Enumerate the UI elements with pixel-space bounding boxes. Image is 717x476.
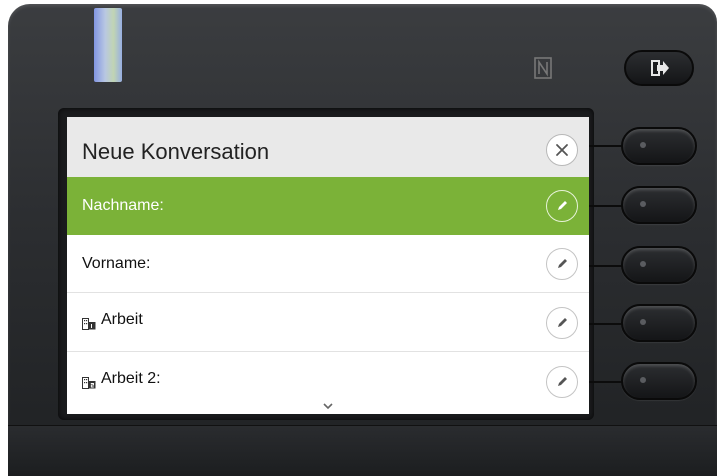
page-title: Neue Konversation xyxy=(82,139,270,164)
line-key-indicator xyxy=(640,142,646,148)
desk-phone: Neue Konversation Nachname: Vorname: Arb… xyxy=(0,0,717,476)
list-item-arbeit[interactable]: Arbeit xyxy=(67,294,589,352)
line-key-3[interactable] xyxy=(621,246,697,284)
pencil-icon xyxy=(558,318,567,327)
notification-led xyxy=(94,8,122,82)
screen-header: Neue Konversation xyxy=(67,117,589,177)
edit-button[interactable] xyxy=(546,190,578,222)
line-key-indicator xyxy=(640,261,646,267)
line-key-connector xyxy=(589,381,623,383)
pencil-icon xyxy=(558,259,567,268)
list-item-vorname[interactable]: Vorname: xyxy=(67,235,589,293)
pencil-icon xyxy=(558,201,567,210)
close-icon xyxy=(556,144,568,156)
edit-button[interactable] xyxy=(546,366,578,398)
line-key-2[interactable] xyxy=(621,186,697,224)
line-key-4[interactable] xyxy=(621,304,697,342)
pencil-icon xyxy=(558,377,567,386)
line-key-indicator xyxy=(640,201,646,207)
line-key-indicator xyxy=(640,377,646,383)
line-key-indicator xyxy=(640,319,646,325)
line-key-connector xyxy=(589,323,623,325)
list-item-label: Arbeit xyxy=(101,311,143,328)
exit-button[interactable] xyxy=(624,50,694,86)
line-key-5[interactable] xyxy=(621,362,697,400)
chevron-down-icon xyxy=(323,403,333,410)
line-key-1[interactable] xyxy=(621,127,697,165)
list-item-nachname[interactable]: Nachname: xyxy=(67,177,589,235)
edit-button[interactable] xyxy=(546,307,578,339)
nfc-icon xyxy=(534,57,552,79)
phone-bottom-panel xyxy=(8,425,717,476)
work-phone-icon xyxy=(82,318,96,330)
list-item-label: Nachname: xyxy=(82,197,164,214)
close-button[interactable] xyxy=(546,134,578,166)
line-key-connector xyxy=(589,145,623,147)
display-screen: Neue Konversation Nachname: Vorname: Arb… xyxy=(67,117,589,414)
list-item-label: Vorname: xyxy=(82,255,151,272)
line-key-connector xyxy=(589,205,623,207)
edit-button[interactable] xyxy=(546,248,578,280)
list-item-label: Arbeit 2: xyxy=(101,370,161,387)
work-phone-2-icon xyxy=(82,377,96,389)
exit-arrow-icon xyxy=(651,60,669,76)
line-key-connector xyxy=(589,265,623,267)
